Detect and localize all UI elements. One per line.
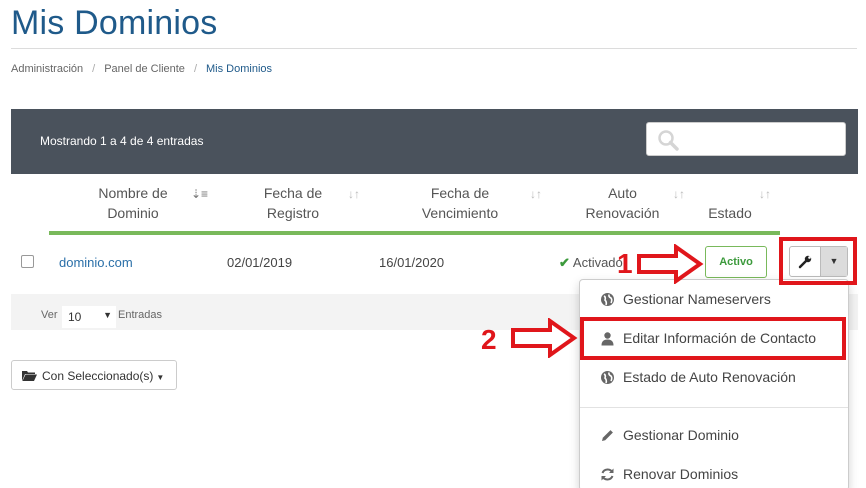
menu-item-renew-domains[interactable]: Renovar Dominios [580,460,848,488]
sort-icon: ↓↑ [759,187,771,201]
annotation-highlight-actions [779,237,857,285]
table-entries-info: Mostrando 1 a 4 de 4 entradas [40,134,204,148]
breadcrumb-separator: / [193,63,197,75]
globe-icon [601,293,614,306]
row-checkbox[interactable] [21,255,34,268]
breadcrumb-item-current: Mis Dominios [206,63,273,75]
annotation-highlight-edit-contact [580,317,846,360]
status-badge[interactable]: Activo [705,246,767,278]
pencil-icon [602,430,613,441]
sort-icon: ↓↑ [348,187,360,201]
column-header-auto-renew[interactable]: Auto Renovación ↓↑ [551,174,694,235]
entries-label: Entradas [118,309,163,321]
show-label: Ver [41,309,58,321]
search-box[interactable] [646,122,846,156]
search-icon [658,130,679,151]
sort-icon: ↓↑ [673,187,685,201]
menu-item-nameservers[interactable]: Gestionar Nameservers [580,285,848,315]
annotation-step-2: 2 [481,324,497,355]
refresh-icon [601,468,614,481]
domain-link[interactable]: dominio.com [59,255,133,270]
column-header-registered[interactable]: Fecha de Registro ↓↑ [217,174,369,235]
column-header-status[interactable]: Estado ↓↑ [694,174,780,235]
column-header-expires[interactable]: Fecha de Vencimiento ↓↑ [369,174,551,235]
search-input[interactable] [685,127,840,151]
menu-divider [580,407,848,408]
page-title: Mis Dominios [11,4,218,42]
sort-asc-icon: ⇣≡ [190,187,208,201]
breadcrumb: Administración / Panel de Cliente / Mis … [11,63,272,75]
breadcrumb-separator: / [92,63,96,75]
table-toolbar: Mostrando 1 a 4 de 4 entradas [11,109,858,174]
annotation-step-1: 1 [617,248,633,279]
title-divider [11,48,857,49]
breadcrumb-item-admin[interactable]: Administración [11,63,83,75]
menu-item-manage-domain[interactable]: Gestionar Dominio [580,421,848,451]
folder-open-icon [22,371,37,381]
annotation-arrow-2 [511,318,578,358]
registered-date: 02/01/2019 [227,255,293,270]
breadcrumb-item-client-panel[interactable]: Panel de Cliente [104,63,185,75]
page-length-select[interactable]: 10 ▼ [62,306,116,328]
auto-renew-status: ✔ Activado [559,255,623,270]
caret-down-icon: ▼ [156,373,165,382]
check-icon: ✔ [559,255,570,270]
annotation-arrow-1 [637,244,704,284]
chevron-down-icon: ▼ [103,310,112,320]
menu-item-auto-renew-status[interactable]: Estado de Auto Renovación [580,363,848,393]
globe-icon [601,371,614,384]
sort-icon: ↓↑ [530,187,542,201]
column-header-domain[interactable]: Nombre de Dominio ⇣≡ [49,174,217,235]
domain-actions-menu: Gestionar Nameservers Editar Información… [579,279,849,488]
bulk-action-button[interactable]: Con Seleccionado(s) ▼ [11,360,177,390]
expires-date: 16/01/2020 [379,255,445,270]
